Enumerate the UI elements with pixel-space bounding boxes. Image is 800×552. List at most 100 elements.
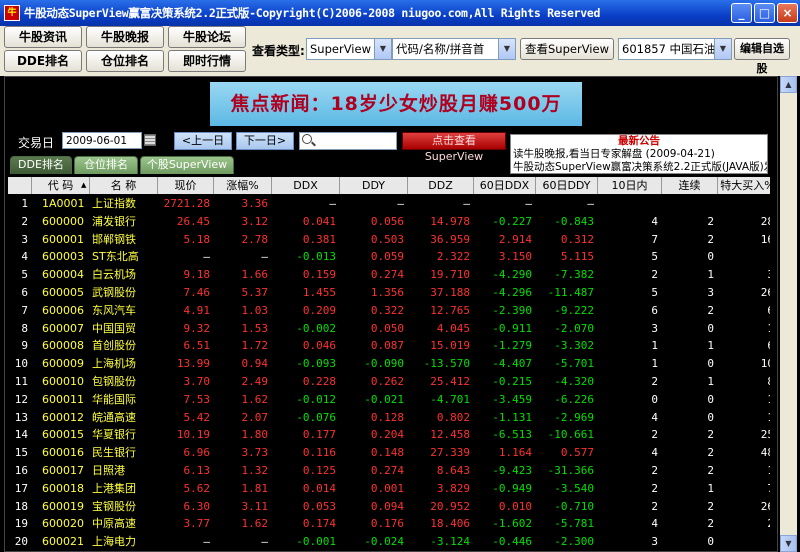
- cell-price: —: [203, 250, 210, 264]
- table-row[interactable]: 1 1A0001 上证指数 2721.28 3.36 — — — — —: [8, 195, 770, 213]
- cell-ddz: 18.406: [430, 517, 470, 531]
- view-superview-top-button[interactable]: 查看SuperView: [520, 38, 614, 60]
- table-row[interactable]: 13 600012 皖通高速 5.42 2.07 -0.076 0.128 0.802 -1.1…: [8, 409, 770, 427]
- tab-position-ranking[interactable]: 仓位排名: [74, 156, 138, 174]
- cell-change-pct: 3.12: [241, 214, 269, 228]
- table-row[interactable]: 17 600018 上港集团 5.62 1.81 0.014 0.001 3.829 -0.94…: [8, 480, 770, 498]
- table-row[interactable]: 16 600017 日照港 6.13 1.32 0.125 0.274 8.643 -9.423…: [8, 462, 770, 480]
- column-header-row-index[interactable]: [8, 177, 32, 194]
- cell-price: 9.18: [183, 268, 211, 282]
- cell-change-pct: 1.03: [241, 303, 269, 317]
- table-row[interactable]: 6 600005 武钢股份 7.46 5.37 1.455 1.356 37.188 -4.29…: [8, 284, 770, 302]
- cell-ddx: 0.053: [302, 499, 336, 513]
- cell-consecutive: 2: [707, 214, 714, 228]
- forum-button[interactable]: 牛股论坛: [168, 26, 246, 48]
- cell-ddx-60d: -0.446: [492, 535, 532, 549]
- table-row[interactable]: 12 600011 华能国际 7.53 1.62 -0.012 -0.021 -4.701 -3…: [8, 391, 770, 409]
- data-table: 代 码 ▲ 名 称现价 涨幅% DDX DDY DDZ 60日DDX 60日DDY 10日内 连续特…: [8, 177, 770, 552]
- maximize-button[interactable]: □: [754, 3, 775, 23]
- table-row[interactable]: 5 600004 白云机场 9.18 1.66 0.159 0.274 19.710 -4.29…: [8, 266, 770, 284]
- column-header-ddy[interactable]: DDY: [340, 177, 408, 194]
- evening-report-button[interactable]: 牛股晚报: [86, 26, 164, 48]
- cell-in-10-days: 1: [651, 357, 658, 371]
- column-header-consecutive[interactable]: 连续: [662, 177, 718, 194]
- announcement-box: 最新公告 读牛股晚报,看当日专家解盘 (2009-04-21) 牛股动态Supe…: [510, 134, 768, 174]
- column-header-ddz[interactable]: DDZ: [408, 177, 474, 194]
- cell-ddy: 0.322: [370, 303, 404, 317]
- column-header-stock-name[interactable]: 名 称: [90, 177, 158, 194]
- edit-watchlist-button[interactable]: 编辑自选股: [734, 38, 790, 75]
- tab-dde-ranking[interactable]: DDE排名: [10, 156, 72, 174]
- cell-ddx: 0.041: [302, 214, 336, 228]
- cell-consecutive: 2: [707, 303, 714, 317]
- code-name-select[interactable]: 代码/名称/拼音首 ▼: [392, 38, 516, 60]
- next-day-button[interactable]: 下一日>: [236, 132, 294, 150]
- search-input[interactable]: [299, 132, 397, 150]
- table-row[interactable]: 10 600009 上海机场 13.99 0.94 -0.093 -0.090 -13.570…: [8, 355, 770, 373]
- prev-day-button[interactable]: <上一日: [174, 132, 232, 150]
- trading-day-label: 交易日: [18, 136, 55, 150]
- column-header-ddy-60d[interactable]: 60日DDY: [536, 177, 598, 194]
- cell-ddx-60d: 0.010: [498, 499, 532, 513]
- tab-stock-superview[interactable]: 个股SuperView: [140, 156, 234, 174]
- table-row[interactable]: 19 600020 中原高速 3.77 1.62 0.174 0.176 18.406 -1.6…: [8, 515, 770, 533]
- column-header-ddx[interactable]: DDX: [272, 177, 340, 194]
- cell-stock-code: 600003: [42, 250, 84, 264]
- cell-stock-name: 东风汽车: [92, 303, 136, 317]
- column-header-super-buy-pct[interactable]: 特大买入%: [718, 177, 770, 194]
- calendar-icon[interactable]: [144, 134, 156, 146]
- cell-stock-name: 中国国贸: [92, 321, 136, 335]
- table-row[interactable]: 9 600008 首创股份 6.51 1.72 0.046 0.087 15.019 -1.27…: [8, 337, 770, 355]
- cell-super-buy-pct: 6: [718, 302, 770, 320]
- table-row[interactable]: 11 600010 包钢股份 3.70 2.49 0.228 0.262 25.412 -0.2…: [8, 373, 770, 391]
- cell-price: 3.70: [183, 375, 211, 388]
- table-row[interactable]: 15 600016 民生银行 6.96 3.73 0.116 0.148 27.339 1.16…: [8, 444, 770, 462]
- table-row[interactable]: 8 600007 中国国贸 9.32 1.53 -0.002 0.050 4.045 -0.91…: [8, 320, 770, 338]
- table-row[interactable]: 20 600021 上海电力 — — -0.001 -0.024 -3.124 -0.446 -2…: [8, 533, 770, 551]
- scroll-up-icon[interactable]: ▲: [780, 76, 797, 93]
- announcement-line[interactable]: 牛股动态SuperView赢富决策系统2.2正式版(JAVA版)发: [511, 161, 767, 174]
- cell-row-index: 1: [21, 197, 28, 210]
- table-row[interactable]: 14 600015 华夏银行 10.19 1.80 0.177 0.204 12.458 -6.…: [8, 426, 770, 444]
- column-header-price[interactable]: 现价: [158, 177, 214, 194]
- cell-in-10-days: 5: [651, 286, 658, 299]
- close-button[interactable]: ×: [777, 3, 798, 23]
- announcement-line[interactable]: 读牛股晚报,看当日专家解盘 (2009-04-21): [511, 148, 767, 161]
- table-row[interactable]: 3 600001 邯郸钢铁 5.18 2.78 0.381 0.503 36.959 2.914…: [8, 231, 770, 249]
- table-row[interactable]: 2 600000 浦发银行 26.45 3.12 0.041 0.056 14.978 -0.2…: [8, 213, 770, 231]
- vertical-scrollbar[interactable]: ▲ ▼: [780, 76, 797, 552]
- cell-ddy: 0.056: [370, 214, 404, 228]
- search-icon: [302, 134, 312, 144]
- minimize-button[interactable]: _: [731, 3, 752, 23]
- cell-super-buy-pct: [718, 195, 770, 213]
- cell-change-pct: 1.53: [241, 321, 269, 335]
- cell-stock-code: 600019: [42, 499, 84, 513]
- cell-ddy: 0.274: [370, 464, 404, 477]
- cell-stock-name: 华能国际: [92, 392, 136, 406]
- column-header-change-pct[interactable]: 涨幅%: [214, 177, 272, 194]
- scroll-down-icon[interactable]: ▼: [780, 535, 797, 552]
- column-header-in-10-days[interactable]: 10日内: [598, 177, 662, 194]
- date-field[interactable]: 2009-06-01: [62, 132, 142, 149]
- cell-in-10-days: 3: [651, 321, 658, 335]
- table-row[interactable]: 18 600019 宝钢股份 6.30 3.11 0.053 0.094 20.952 0.01…: [8, 498, 770, 516]
- cell-ddx: 0.014: [302, 481, 336, 495]
- cell-in-10-days: 6: [651, 303, 658, 317]
- news-button[interactable]: 牛股资讯: [4, 26, 82, 48]
- news-banner[interactable]: 焦点新闻：18岁少女炒股月赚500万: [210, 82, 582, 126]
- click-view-superview-button[interactable]: 点击查看SuperView: [402, 132, 506, 163]
- view-type-select[interactable]: SuperView ▼: [306, 38, 392, 60]
- cell-super-buy-pct: 10: [760, 357, 770, 371]
- cell-change-pct: 1.62: [241, 517, 269, 531]
- position-ranking-button[interactable]: 仓位排名: [86, 50, 164, 72]
- dde-ranking-button[interactable]: DDE排名: [4, 50, 82, 72]
- cell-row-index: 11: [14, 375, 28, 388]
- cell-ddx-60d: -9.423: [492, 464, 532, 477]
- cell-row-index: 14: [14, 428, 28, 442]
- cell-ddy-60d: -0.710: [554, 499, 594, 513]
- stock-select[interactable]: 601857 中国石油 ▼: [618, 38, 732, 60]
- column-header-ddx-60d[interactable]: 60日DDX: [474, 177, 536, 194]
- table-row[interactable]: 7 600006 东风汽车 4.91 1.03 0.209 0.322 12.765 -2.39…: [8, 302, 770, 320]
- table-row[interactable]: 4 600003 ST东北高 — — -0.013 0.059 2.322 3.150 5.115…: [8, 248, 770, 266]
- realtime-quote-button[interactable]: 即时行情: [168, 50, 246, 72]
